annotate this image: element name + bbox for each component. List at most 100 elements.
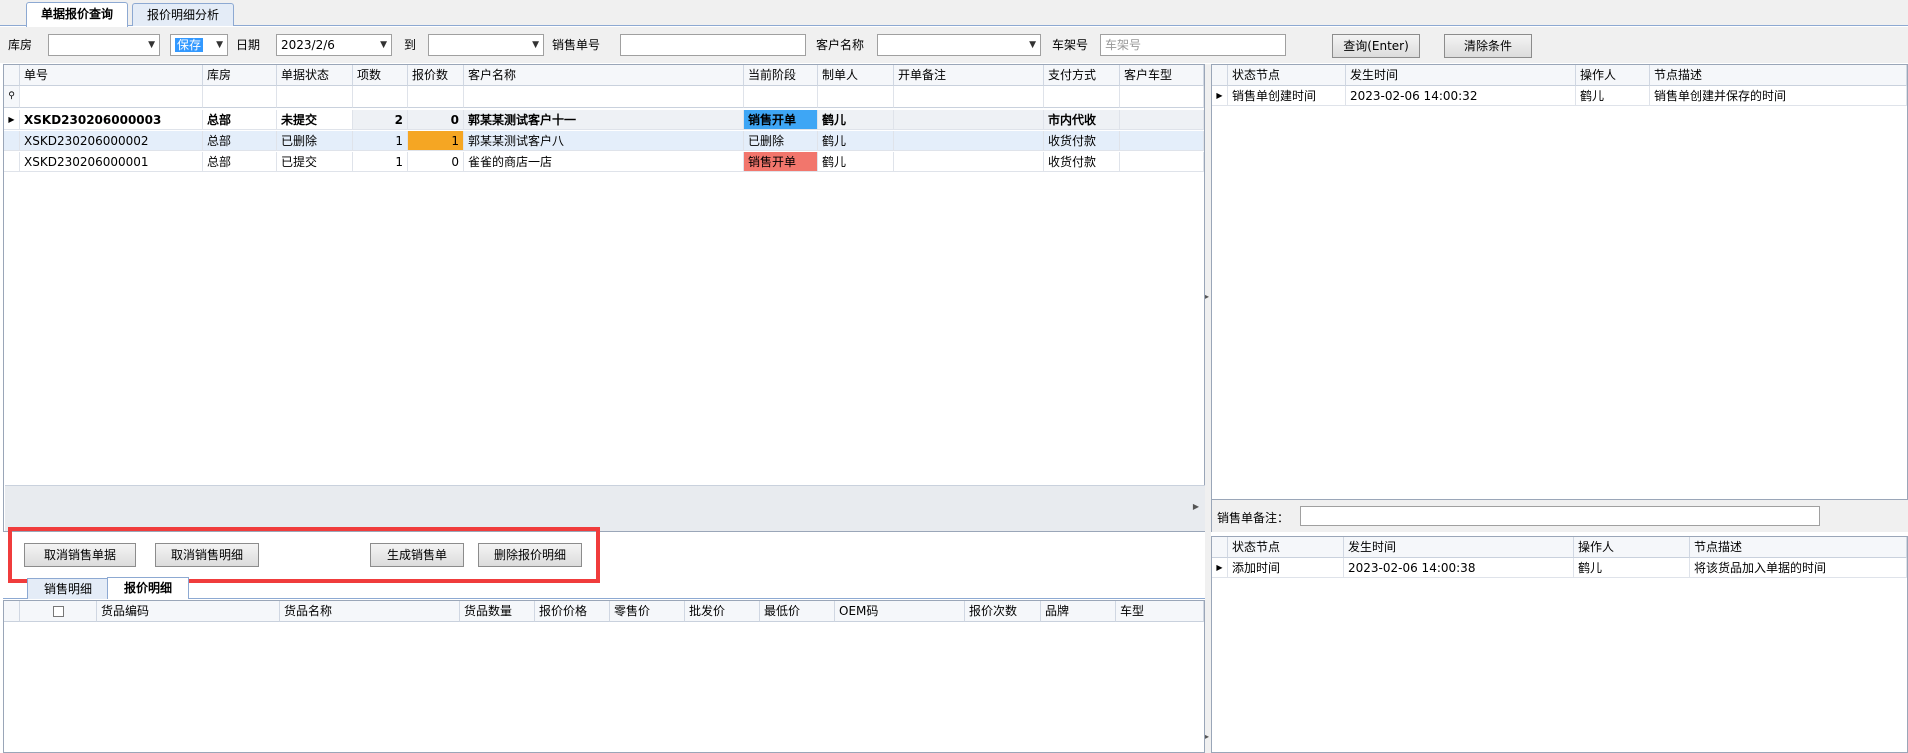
cell-stage[interactable]: 销售开单 — [744, 152, 818, 172]
horizontal-scrollbar[interactable]: ▶ — [5, 485, 1205, 531]
cell-operator[interactable]: 鹤儿 — [1574, 558, 1690, 578]
col-header-customer[interactable]: 客户名称 — [464, 65, 744, 86]
cell-time[interactable]: 2023-02-06 14:00:32 — [1346, 86, 1576, 106]
filter-cell[interactable] — [408, 86, 464, 108]
col-header-quote-price[interactable]: 报价价格 — [535, 601, 610, 622]
date-to-picker[interactable]: ▼ — [428, 34, 544, 56]
cell-status-node[interactable]: 添加时间 — [1228, 558, 1344, 578]
tab-sales-detail[interactable]: 销售明细 — [27, 578, 110, 599]
cell-creator[interactable]: 鹤儿 — [818, 131, 894, 151]
col-header-car-model[interactable]: 车型 — [1116, 601, 1204, 622]
cell-car[interactable] — [1120, 152, 1204, 172]
filter-cell[interactable] — [353, 86, 408, 108]
filter-cell[interactable] — [464, 86, 744, 108]
col-header-warehouse[interactable]: 库房 — [203, 65, 277, 86]
col-header-status[interactable]: 单据状态 — [277, 65, 353, 86]
query-button[interactable]: 查询(Enter) — [1332, 34, 1420, 58]
col-header-wholesale-price[interactable]: 批发价 — [685, 601, 760, 622]
col-header-oem[interactable]: OEM码 — [835, 601, 965, 622]
cell-creator[interactable]: 鹤儿 — [818, 152, 894, 172]
col-header-payment[interactable]: 支付方式 — [1044, 65, 1120, 86]
cell-remark[interactable] — [894, 110, 1044, 130]
cell-warehouse[interactable]: 总部 — [203, 131, 277, 151]
filter-cell[interactable] — [818, 86, 894, 108]
cell-items[interactable]: 2 — [353, 110, 408, 130]
cell-customer[interactable]: 雀雀的商店一店 — [464, 152, 744, 172]
cell-time[interactable]: 2023-02-06 14:00:38 — [1344, 558, 1574, 578]
cell-order-no[interactable]: XSKD230206000002 — [20, 131, 203, 151]
col-header-item-name[interactable]: 货品名称 — [280, 601, 460, 622]
filter-cell[interactable] — [1044, 86, 1120, 108]
status-combo[interactable]: 保存 ▼ — [170, 34, 228, 56]
col-header-time[interactable]: 发生时间 — [1344, 537, 1574, 558]
filter-cell[interactable] — [1120, 86, 1204, 108]
cell-desc[interactable]: 将该货品加入单据的时间 — [1690, 558, 1907, 578]
cell-customer[interactable]: 郭某某测试客户八 — [464, 131, 744, 151]
cell-status[interactable]: 未提交 — [277, 110, 353, 130]
col-header-qty[interactable]: 货品数量 — [460, 601, 535, 622]
cell-items[interactable]: 1 — [353, 152, 408, 172]
cell-warehouse[interactable]: 总部 — [203, 152, 277, 172]
cell-stage[interactable]: 销售开单 — [744, 110, 818, 130]
chevron-right-icon[interactable]: ▶ — [1193, 502, 1199, 511]
cell-car[interactable] — [1120, 110, 1204, 130]
cell-order-no[interactable]: XSKD230206000003 — [20, 110, 203, 130]
chevron-right-icon[interactable]: ▸ — [1205, 732, 1209, 741]
cell-payment[interactable]: 市内代收 — [1044, 110, 1120, 130]
col-header-status-node[interactable]: 状态节点 — [1228, 537, 1344, 558]
cell-remark[interactable] — [894, 152, 1044, 172]
frame-input[interactable] — [1100, 34, 1286, 56]
col-header-operator[interactable]: 操作人 — [1576, 65, 1650, 86]
cell-customer[interactable]: 郭某某测试客户十一 — [464, 110, 744, 130]
cell-desc[interactable]: 销售单创建并保存的时间 — [1650, 86, 1907, 106]
cell-operator[interactable]: 鹤儿 — [1576, 86, 1650, 106]
tab-quote-query[interactable]: 单据报价查询 — [26, 2, 129, 27]
date-from-picker[interactable]: 2023/2/6 ▼ — [276, 34, 392, 56]
order-note-input[interactable] — [1300, 506, 1820, 526]
cell-payment[interactable]: 收货付款 — [1044, 152, 1120, 172]
col-header-time[interactable]: 发生时间 — [1346, 65, 1576, 86]
cell-quotes[interactable]: 0 — [408, 110, 464, 130]
cell-quotes[interactable]: 1 — [408, 131, 464, 151]
cell-creator[interactable]: 鹤儿 — [818, 110, 894, 130]
filter-icon[interactable]: ⚲ — [4, 86, 20, 108]
col-header-remark[interactable]: 开单备注 — [894, 65, 1044, 86]
filter-cell[interactable] — [894, 86, 1044, 108]
col-header-car[interactable]: 客户车型 — [1120, 65, 1204, 86]
cell-car[interactable] — [1120, 131, 1204, 151]
col-header-retail-price[interactable]: 零售价 — [610, 601, 685, 622]
select-all-checkbox-header[interactable] — [20, 601, 97, 622]
col-header-items[interactable]: 项数 — [353, 65, 408, 86]
col-header-quotes[interactable]: 报价数 — [408, 65, 464, 86]
cell-items[interactable]: 1 — [353, 131, 408, 151]
col-header-order-no[interactable]: 单号 — [20, 65, 203, 86]
filter-cell[interactable] — [744, 86, 818, 108]
cell-warehouse[interactable]: 总部 — [203, 110, 277, 130]
cell-status-node[interactable]: 销售单创建时间 — [1228, 86, 1346, 106]
cell-quotes[interactable]: 0 — [408, 152, 464, 172]
filter-cell[interactable] — [203, 86, 277, 108]
tab-quote-detail-analysis[interactable]: 报价明细分析 — [132, 3, 235, 26]
filter-cell[interactable] — [20, 86, 203, 108]
filter-cell[interactable] — [277, 86, 353, 108]
cell-stage[interactable]: 已删除 — [744, 131, 818, 151]
cell-status[interactable]: 已提交 — [277, 152, 353, 172]
chevron-right-icon[interactable]: ▸ — [1205, 292, 1209, 301]
cell-order-no[interactable]: XSKD230206000001 — [20, 152, 203, 172]
col-header-creator[interactable]: 制单人 — [818, 65, 894, 86]
customer-combo[interactable]: ▼ — [877, 34, 1041, 56]
cell-status[interactable]: 已删除 — [277, 131, 353, 151]
warehouse-combo[interactable]: ▼ — [48, 34, 160, 56]
col-header-desc[interactable]: 节点描述 — [1650, 65, 1907, 86]
col-header-quote-count[interactable]: 报价次数 — [965, 601, 1041, 622]
clear-button[interactable]: 清除条件 — [1444, 34, 1532, 58]
order-no-input[interactable] — [620, 34, 806, 56]
cell-remark[interactable] — [894, 131, 1044, 151]
checkbox[interactable] — [52, 606, 64, 617]
col-header-status-node[interactable]: 状态节点 — [1228, 65, 1346, 86]
col-header-operator[interactable]: 操作人 — [1574, 537, 1690, 558]
tab-quote-detail[interactable]: 报价明细 — [107, 577, 190, 599]
col-header-brand[interactable]: 品牌 — [1041, 601, 1116, 622]
col-header-item-code[interactable]: 货品编码 — [97, 601, 280, 622]
col-header-min-price[interactable]: 最低价 — [760, 601, 835, 622]
